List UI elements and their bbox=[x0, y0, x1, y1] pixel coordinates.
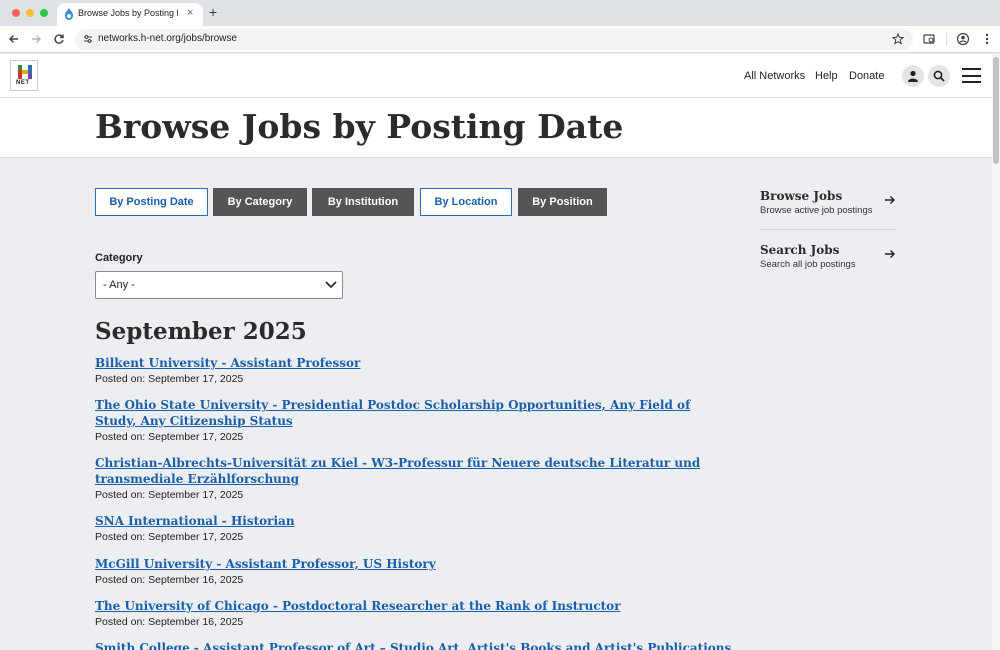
job-posted-date: Posted on: September 16, 2025 bbox=[95, 574, 244, 586]
sidebar-link-title: Search Jobs bbox=[760, 243, 840, 257]
h-net-logo-icon bbox=[18, 65, 32, 79]
job-item: Bilkent University - Assistant Professor… bbox=[95, 355, 735, 386]
back-arrow-icon[interactable] bbox=[7, 32, 21, 46]
job-link[interactable]: The Ohio State University - Presidential… bbox=[95, 397, 735, 429]
user-icon bbox=[908, 70, 918, 82]
job-posted-date: Posted on: September 17, 2025 bbox=[95, 431, 244, 443]
browser-tab-title: Browse Jobs by Posting Date bbox=[78, 8, 178, 18]
job-item: Christian-Albrechts-Universität zu Kiel … bbox=[95, 455, 735, 502]
job-item: The University of Chicago - Postdoctoral… bbox=[95, 598, 735, 629]
reload-icon[interactable] bbox=[52, 32, 66, 46]
logo-text: NET bbox=[16, 80, 30, 86]
month-heading: September 2025 bbox=[95, 318, 307, 345]
cast-media-icon[interactable] bbox=[922, 32, 936, 46]
sidebar-divider bbox=[760, 229, 896, 230]
job-link[interactable]: Smith College - Assistant Professor of A… bbox=[95, 640, 735, 650]
job-item: McGill University - Assistant Professor,… bbox=[95, 556, 735, 587]
bookmark-star-icon[interactable] bbox=[892, 33, 904, 45]
browser-toolbar: networks.h-net.org/jobs/browse bbox=[0, 26, 1000, 53]
close-tab-icon[interactable]: × bbox=[187, 7, 193, 19]
job-posted-date: Posted on: September 17, 2025 bbox=[95, 489, 244, 501]
category-filter-label: Category bbox=[95, 252, 143, 264]
job-item: Smith College - Assistant Professor of A… bbox=[95, 640, 735, 650]
arrow-right-icon bbox=[885, 196, 895, 204]
sidebar-link-desc: Browse active job postings bbox=[760, 205, 873, 216]
browser-tab-active[interactable]: Browse Jobs by Posting Date × bbox=[57, 3, 203, 26]
url-text: networks.h-net.org/jobs/browse bbox=[98, 33, 237, 44]
account-button[interactable] bbox=[902, 65, 924, 87]
job-link[interactable]: The University of Chicago - Postdoctoral… bbox=[95, 598, 735, 614]
tab-by-posting-date[interactable]: By Posting Date bbox=[95, 188, 208, 216]
address-bar[interactable]: networks.h-net.org/jobs/browse bbox=[75, 29, 913, 50]
maximize-window-button[interactable] bbox=[40, 9, 48, 17]
tab-by-category[interactable]: By Category bbox=[213, 188, 307, 216]
job-link[interactable]: SNA International - Historian bbox=[95, 513, 735, 529]
site-header: NET All Networks Help Donate bbox=[0, 54, 992, 98]
search-icon bbox=[933, 70, 945, 82]
h-net-logo[interactable]: NET bbox=[10, 60, 38, 91]
toolbar-separator bbox=[946, 33, 947, 46]
close-window-button[interactable] bbox=[12, 9, 20, 17]
job-item: The Ohio State University - Presidential… bbox=[95, 397, 735, 444]
sidebar-link-title: Browse Jobs bbox=[760, 189, 843, 203]
tab-by-location[interactable]: By Location bbox=[420, 188, 512, 216]
page-scrollbar[interactable] bbox=[992, 54, 1000, 650]
job-posted-date: Posted on: September 17, 2025 bbox=[95, 373, 244, 385]
job-link[interactable]: McGill University - Assistant Professor,… bbox=[95, 556, 735, 572]
arrow-right-icon bbox=[885, 250, 895, 258]
site-settings-icon[interactable] bbox=[83, 34, 93, 44]
sidebar-link-browse-jobs[interactable]: Browse Jobs Browse active job postings bbox=[760, 189, 896, 216]
nav-all-networks[interactable]: All Networks bbox=[744, 70, 805, 82]
chevron-down-icon bbox=[325, 281, 337, 289]
browser-tabbar: Browse Jobs by Posting Date × + bbox=[0, 0, 1000, 26]
job-link[interactable]: Bilkent University - Assistant Professor bbox=[95, 355, 735, 371]
category-select-value: - Any - bbox=[103, 279, 135, 291]
page-title: Browse Jobs by Posting Date bbox=[95, 107, 624, 146]
job-posted-date: Posted on: September 16, 2025 bbox=[95, 616, 244, 628]
tab-by-institution[interactable]: By Institution bbox=[312, 188, 414, 216]
job-item: SNA International - Historian Posted on:… bbox=[95, 513, 735, 544]
job-posted-date: Posted on: September 17, 2025 bbox=[95, 531, 244, 543]
sidebar-link-search-jobs[interactable]: Search Jobs Search all job postings bbox=[760, 243, 896, 270]
main-content: By Posting Date By Category By Instituti… bbox=[0, 158, 992, 650]
nav-help[interactable]: Help bbox=[815, 70, 838, 82]
tab-by-position[interactable]: By Position bbox=[518, 188, 607, 216]
browser-menu-icon[interactable] bbox=[980, 32, 994, 46]
new-tab-icon[interactable]: + bbox=[209, 4, 217, 20]
forward-arrow-icon[interactable] bbox=[29, 32, 43, 46]
title-band: Browse Jobs by Posting Date bbox=[0, 98, 992, 158]
drupal-drop-icon bbox=[65, 8, 73, 20]
scrollbar-thumb[interactable] bbox=[993, 57, 999, 164]
profile-icon[interactable] bbox=[956, 32, 970, 46]
hamburger-menu-icon[interactable] bbox=[962, 68, 981, 83]
nav-donate[interactable]: Donate bbox=[849, 70, 884, 82]
job-link[interactable]: Christian-Albrechts-Universität zu Kiel … bbox=[95, 455, 735, 487]
search-button[interactable] bbox=[928, 65, 950, 87]
sidebar-link-desc: Search all job postings bbox=[760, 259, 856, 270]
minimize-window-button[interactable] bbox=[26, 9, 34, 17]
category-select[interactable]: - Any - bbox=[95, 271, 343, 299]
